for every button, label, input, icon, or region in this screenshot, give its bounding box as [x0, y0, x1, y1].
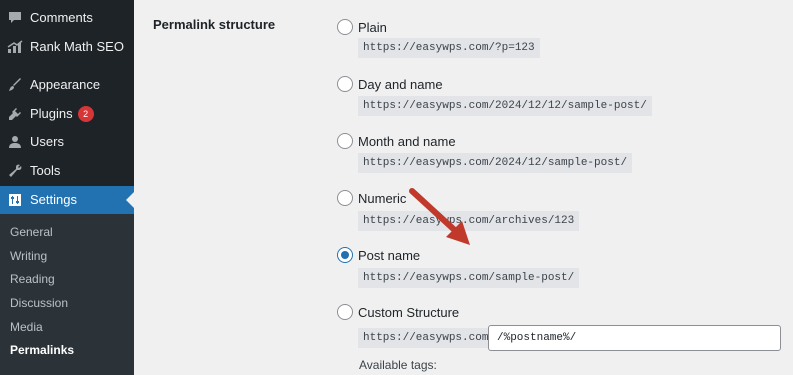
- option-label[interactable]: Month and name: [358, 134, 456, 149]
- settings-submenu: General Writing Reading Discussion Media…: [0, 214, 134, 375]
- menu-item-comments[interactable]: Comments: [0, 4, 134, 32]
- radio-month-and-name[interactable]: [337, 133, 353, 149]
- option-label[interactable]: Plain: [358, 20, 387, 35]
- radio-custom-structure[interactable]: [337, 304, 353, 320]
- submenu-item-reading[interactable]: Reading: [10, 269, 130, 289]
- menu-item-label: Appearance: [30, 77, 101, 92]
- menu-item-label: Tools: [30, 163, 61, 178]
- user-icon: [7, 134, 23, 150]
- menu-item-label: Comments: [30, 10, 93, 25]
- admin-sidebar: Comments Rank Math SEO Appearance Plugin…: [0, 0, 134, 375]
- option-label[interactable]: Day and name: [358, 77, 443, 92]
- plugin-icon: [7, 106, 23, 122]
- settings-icon: [7, 192, 23, 208]
- menu-item-tools[interactable]: Tools: [0, 157, 134, 185]
- custom-structure-base-url: https://easywps.com: [358, 328, 494, 348]
- option-label[interactable]: Custom Structure: [358, 305, 459, 320]
- submenu-item-permalinks[interactable]: Permalinks: [10, 340, 130, 360]
- available-tags-label: Available tags:: [359, 358, 437, 372]
- submenu-item-media[interactable]: Media: [10, 317, 130, 337]
- menu-item-label: Rank Math SEO: [30, 39, 124, 54]
- menu-item-label: Settings: [30, 192, 77, 207]
- menu-item-label: Users: [30, 134, 64, 149]
- example-url-post-name: https://easywps.com/sample-post/: [358, 268, 580, 288]
- paintbrush-icon: [7, 77, 23, 93]
- radio-post-name[interactable]: [337, 247, 353, 263]
- menu-item-plugins[interactable]: Plugins 2: [0, 100, 134, 128]
- option-label[interactable]: Numeric: [358, 191, 406, 206]
- menu-item-settings[interactable]: Settings: [0, 186, 134, 214]
- menu-item-rank-math-seo[interactable]: Rank Math SEO: [0, 33, 134, 61]
- radio-day-and-name[interactable]: [337, 76, 353, 92]
- menu-item-label: Plugins 2: [30, 106, 94, 122]
- submenu-item-writing[interactable]: Writing: [10, 246, 130, 266]
- example-url-month-and-name: https://easywps.com/2024/12/sample-post/: [358, 153, 633, 173]
- annotation-arrow-icon: [409, 188, 470, 245]
- permalink-structure-label: Permalink structure: [153, 17, 276, 32]
- update-count-badge: 2: [77, 106, 94, 122]
- comment-icon: [7, 10, 23, 26]
- submenu-item-general[interactable]: General: [10, 222, 130, 242]
- submenu-item-discussion[interactable]: Discussion: [10, 293, 130, 313]
- radio-numeric[interactable]: [337, 190, 353, 206]
- menu-item-appearance[interactable]: Appearance: [0, 71, 134, 99]
- rank-math-icon: [7, 39, 23, 55]
- current-menu-pointer: [126, 192, 134, 208]
- wrench-icon: [7, 163, 23, 179]
- permalink-settings-panel: Permalink structure Plain https://easywp…: [134, 0, 793, 375]
- menu-item-users[interactable]: Users: [0, 128, 134, 156]
- custom-structure-input[interactable]: /%postname%/: [488, 325, 781, 351]
- example-url-plain: https://easywps.com/?p=123: [358, 38, 540, 58]
- example-url-day-and-name: https://easywps.com/2024/12/12/sample-po…: [358, 96, 652, 116]
- radio-plain[interactable]: [337, 19, 353, 35]
